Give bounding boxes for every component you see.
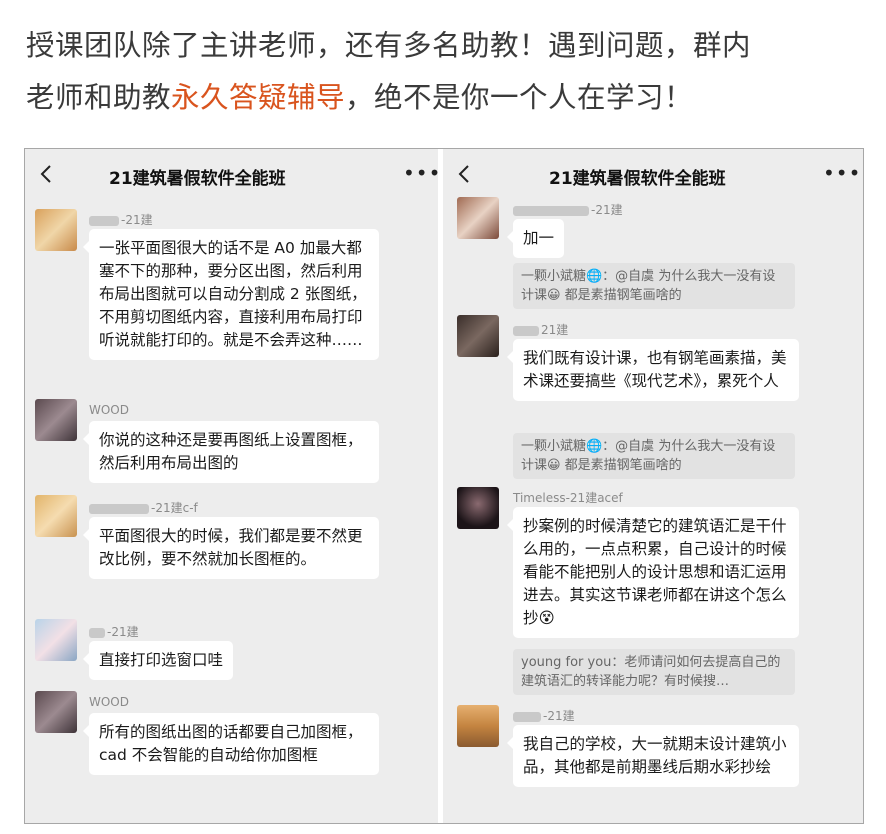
message-bubble[interactable]: 抄案例的时候清楚它的建筑语汇是干什么用的，一点点积累，自己设计的时候看能不能把别…	[507, 507, 799, 638]
sender-name: WOOD	[89, 403, 129, 417]
message-bubble[interactable]: 一张平面图很大的话不是 A0 加最大都塞不下的那种，要分区出图，然后利用布局出图…	[83, 229, 379, 360]
left-chat-panel: 21建筑暑假软件全能班 ••• -21建 一张平面图很大的话不是 A0 加最大都…	[25, 149, 438, 823]
blurred-name	[89, 215, 119, 226]
sender-name: Timeless-21建acef	[513, 491, 623, 505]
avatar[interactable]	[35, 691, 77, 733]
avatar[interactable]	[35, 619, 77, 661]
avatar[interactable]	[457, 705, 499, 747]
blurred-name	[89, 627, 105, 638]
sender-name: 21建	[513, 321, 568, 338]
sender-name: WOOD	[89, 695, 129, 709]
message-bubble[interactable]: 我自己的学校，大一就期末设计建筑小品，其他都是前期墨线后期水彩抄绘	[507, 725, 799, 787]
message-bubble[interactable]: 我们既有设计课，也有钢笔画素描，美术课还要搞些《现代艺术》，累死个人	[507, 339, 799, 401]
right-chat-topbar: 21建筑暑假软件全能班 •••	[443, 149, 863, 203]
right-chat-panel: 21建筑暑假软件全能班 ••• -21建 加一 一颗小斌糖🌐：@自虞 为什么我大…	[443, 149, 863, 823]
headline-highlight: 永久答疑辅导	[171, 81, 346, 114]
avatar[interactable]	[457, 487, 499, 529]
sender-name: -21建	[89, 211, 153, 228]
blurred-name	[513, 325, 539, 336]
avatar[interactable]	[35, 399, 77, 441]
avatar[interactable]	[457, 197, 499, 239]
message-bubble[interactable]: 你说的这种还是要再图纸上设置图框，然后利用布局出图的	[83, 421, 379, 483]
message-bubble[interactable]: 直接打印选窗口哇	[82, 641, 234, 680]
chevron-left-icon[interactable]	[39, 163, 53, 185]
blurred-name	[513, 205, 589, 216]
avatar[interactable]	[457, 315, 499, 357]
avatar[interactable]	[35, 495, 77, 537]
chat-title: 21建筑暑假软件全能班	[109, 169, 286, 189]
message-bubble[interactable]: 加一	[506, 219, 565, 258]
headline-line-2-post: ，绝不是你一个人在学习！	[345, 81, 694, 114]
chat-title: 21建筑暑假软件全能班	[549, 169, 726, 189]
sender-name: -21建	[513, 201, 623, 218]
headline-line-2-pre: 老师和助教	[26, 81, 172, 114]
sender-name: -21建	[89, 623, 139, 640]
blurred-name	[513, 711, 541, 722]
avatar[interactable]	[35, 209, 77, 251]
message-bubble[interactable]: 所有的图纸出图的话都要自己加图框，cad 不会智能的自动给你加图框	[83, 713, 379, 775]
ellipsis-icon[interactable]: •••	[403, 161, 438, 185]
blurred-name	[89, 503, 149, 514]
quoted-reply[interactable]: 一颗小斌糖🌐：@自虞 为什么我大一没有设计课😀 都是素描钢笔画啥的	[513, 263, 795, 309]
sender-name: -21建c-f	[89, 499, 198, 516]
chevron-left-icon[interactable]	[457, 163, 471, 185]
left-chat-topbar: 21建筑暑假软件全能班 •••	[25, 149, 438, 203]
quoted-reply[interactable]: 一颗小斌糖🌐：@自虞 为什么我大一没有设计课😀 都是素描钢笔画啥的	[513, 433, 795, 479]
chat-screenshots: 21建筑暑假软件全能班 ••• -21建 一张平面图很大的话不是 A0 加最大都…	[24, 148, 864, 824]
headline-line-1: 授课团队除了主讲老师，还有多名助教！遇到问题，群内	[26, 29, 752, 62]
ellipsis-icon[interactable]: •••	[823, 161, 861, 185]
message-bubble[interactable]: 平面图很大的时候，我们都是要不然更改比例，要不然就加长图框的。	[83, 517, 379, 579]
sender-name: -21建	[513, 707, 575, 724]
quoted-reply[interactable]: young for you：老师请问如何去提高自己的建筑语汇的转译能力呢？有时候…	[513, 649, 795, 695]
headline-line-2: 老师和助教永久答疑辅导，绝不是你一个人在学习！	[26, 74, 876, 122]
